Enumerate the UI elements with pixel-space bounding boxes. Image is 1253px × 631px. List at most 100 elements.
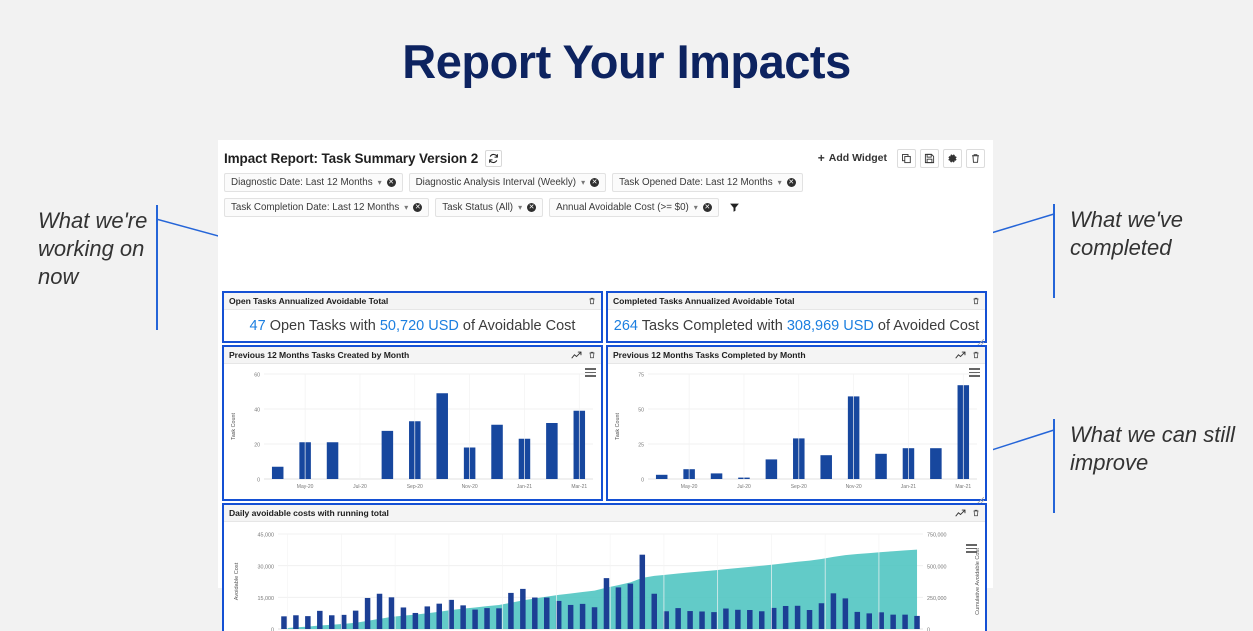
annotation-right-bottom: What we can still improve [1070,421,1250,477]
widget-title: Previous 12 Months Tasks Created by Mont… [229,350,409,360]
filter-chip-diagnostic-date[interactable]: Diagnostic Date: Last 12 Months ▾ ✕ [224,173,403,192]
svg-text:0: 0 [927,628,930,631]
svg-text:60: 60 [254,373,260,379]
clear-filter-icon[interactable]: ✕ [787,178,796,187]
completed-task-count: 264 [614,318,638,334]
svg-text:Sep-20: Sep-20 [407,484,423,490]
svg-text:75: 75 [638,373,644,379]
trash-icon[interactable] [972,351,980,359]
svg-text:Nov-20: Nov-20 [462,484,478,490]
refresh-icon[interactable] [485,150,502,167]
widget-title: Daily avoidable costs with running total [229,508,389,518]
trash-icon[interactable] [972,297,980,305]
open-task-amount: 50,720 USD [380,318,459,334]
gear-icon[interactable] [943,149,962,168]
clear-filter-icon[interactable]: ✕ [590,178,599,187]
widget-title: Previous 12 Months Tasks Completed by Mo… [613,350,806,360]
chevron-down-icon[interactable]: ▾ [518,203,522,212]
svg-text:Cumulative Avoidable Cost: Cumulative Avoidable Cost [975,548,981,615]
kpi-statement: 264 Tasks Completed with 308,969 USD of … [614,318,979,334]
svg-text:40: 40 [254,408,260,414]
dashboard-toolbar: + Add Widget [812,148,987,168]
filter-chip-task-status[interactable]: Task Status (All) ▾ ✕ [435,198,543,217]
kpi-body: 47 Open Tasks with 50,720 USD of Avoidab… [224,310,601,341]
chevron-down-icon[interactable]: ▾ [378,178,382,187]
chevron-down-icon[interactable]: ▾ [404,203,408,212]
kpi-mid-text: Open Tasks with [270,318,376,334]
filter-chip-analysis-interval[interactable]: Diagnostic Analysis Interval (Weekly) ▾ … [409,173,606,192]
add-widget-button[interactable]: + Add Widget [812,148,893,168]
svg-text:500,000: 500,000 [927,564,947,570]
filter-label: Diagnostic Date: Last 12 Months [231,177,373,188]
svg-text:Task Count: Task Count [615,413,621,440]
funnel-icon[interactable] [725,198,745,217]
dashboard-panel: Impact Report: Task Summary Version 2 + … [218,140,993,588]
chevron-down-icon[interactable]: ▾ [778,178,782,187]
trash-icon[interactable] [966,149,985,168]
resize-handle[interactable] [977,333,984,340]
line-chart-icon[interactable] [571,351,582,360]
filter-chip-task-opened-date[interactable]: Task Opened Date: Last 12 Months ▾ ✕ [612,173,803,192]
widget-title: Completed Tasks Annualized Avoidable Tot… [613,296,794,306]
clear-filter-icon[interactable]: ✕ [387,178,396,187]
chart-canvas: 0255075May-20Jul-20Sep-20Nov-20Jan-21Mar… [608,364,985,499]
kpi-body: 264 Tasks Completed with 308,969 USD of … [608,310,985,341]
filter-label: Task Opened Date: Last 12 Months [619,177,773,188]
add-widget-label: Add Widget [829,152,887,164]
copy-icon[interactable] [897,149,916,168]
widget-header: Previous 12 Months Tasks Created by Mont… [224,347,601,364]
svg-text:Jan-21: Jan-21 [901,484,917,490]
hamburger-menu-icon[interactable] [585,368,596,379]
widget-header: Open Tasks Annualized Avoidable Total [224,293,601,310]
widget-daily-avoidable-chart: Daily avoidable costs with running total… [222,503,987,631]
svg-text:750,000: 750,000 [927,533,947,539]
svg-text:50: 50 [638,408,644,414]
widget-tasks-completed-chart: Previous 12 Months Tasks Completed by Mo… [606,345,987,501]
open-task-count: 47 [250,318,266,334]
filter-chip-task-completion-date[interactable]: Task Completion Date: Last 12 Months ▾ ✕ [224,198,429,217]
trash-icon[interactable] [972,509,980,517]
svg-text:15,000: 15,000 [258,596,275,602]
kpi-tail-text: of Avoidable Cost [463,318,576,334]
line-chart-icon[interactable] [955,509,966,518]
svg-text:Avoidable Cost: Avoidable Cost [234,562,240,600]
filter-label: Task Completion Date: Last 12 Months [231,202,399,213]
svg-text:Mar-21: Mar-21 [571,484,587,490]
trash-icon[interactable] [588,351,596,359]
filter-label: Task Status (All) [442,202,513,213]
kpi-mid-text: Tasks Completed with [642,318,783,334]
svg-text:Sep-20: Sep-20 [791,484,807,490]
dashboard-header: Impact Report: Task Summary Version 2 + … [218,140,993,170]
filter-chip-annual-avoidable-cost[interactable]: Annual Avoidable Cost (>= $0) ▾ ✕ [549,198,719,217]
hamburger-menu-icon[interactable] [966,544,977,555]
chart-canvas: 015,00030,00045,0000250,000500,000750,00… [224,522,985,631]
svg-text:Jul-20: Jul-20 [353,484,367,490]
trash-icon[interactable] [588,297,596,305]
filter-bar: Diagnostic Date: Last 12 Months ▾ ✕ Diag… [218,170,993,221]
kpi-tail-text: of Avoided Cost [878,318,979,334]
widget-header: Daily avoidable costs with running total [224,505,985,522]
chevron-down-icon[interactable]: ▾ [581,178,585,187]
clear-filter-icon[interactable]: ✕ [413,203,422,212]
svg-text:Mar-21: Mar-21 [955,484,971,490]
chevron-down-icon[interactable]: ▾ [694,203,698,212]
resize-handle[interactable] [977,491,984,498]
svg-text:0: 0 [257,478,260,484]
clear-filter-icon[interactable]: ✕ [527,203,536,212]
svg-text:May-20: May-20 [297,484,314,490]
widget-completed-tasks: Completed Tasks Annualized Avoidable Tot… [606,291,987,343]
svg-text:20: 20 [254,443,260,449]
kpi-statement: 47 Open Tasks with 50,720 USD of Avoidab… [250,318,576,334]
save-icon[interactable] [920,149,939,168]
line-chart-icon[interactable] [955,351,966,360]
svg-text:30,000: 30,000 [258,564,275,570]
hamburger-menu-icon[interactable] [969,368,980,379]
completed-task-amount: 308,969 USD [787,318,874,334]
svg-text:45,000: 45,000 [258,533,275,539]
svg-text:0: 0 [641,478,644,484]
widget-header: Previous 12 Months Tasks Completed by Mo… [608,347,985,364]
clear-filter-icon[interactable]: ✕ [703,203,712,212]
chart-canvas: 0204060May-20Jul-20Sep-20Nov-20Jan-21Mar… [224,364,601,499]
widget-title: Open Tasks Annualized Avoidable Total [229,296,388,306]
page-title: Report Your Impacts [0,34,1253,89]
